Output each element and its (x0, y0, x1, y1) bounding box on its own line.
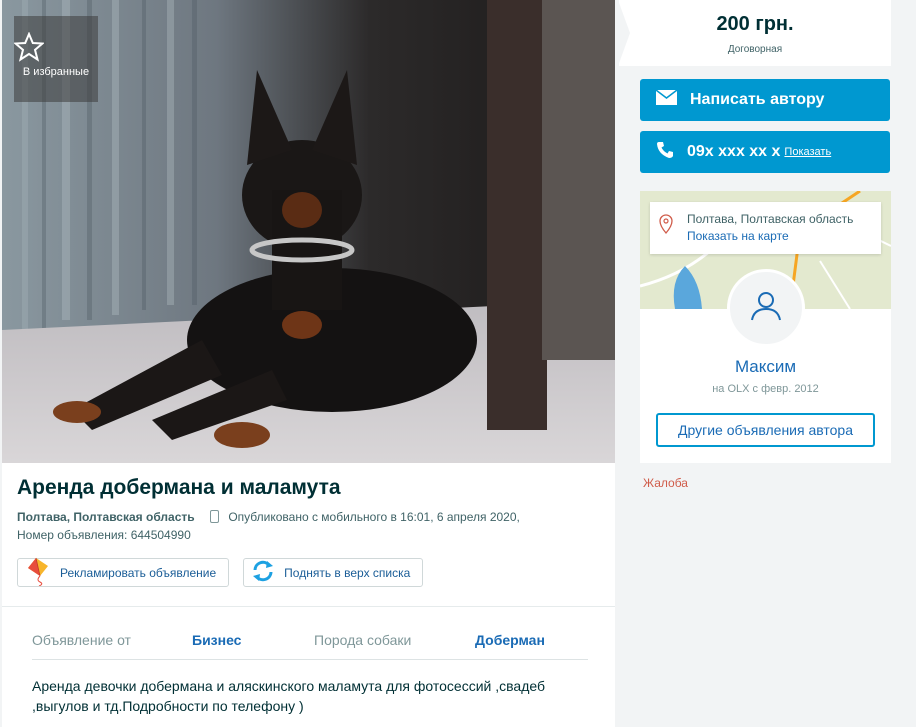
show-on-map-link[interactable]: Показать на карте (687, 229, 789, 243)
ad-photo[interactable]: В избранные (2, 0, 615, 463)
price-negotiable: Договорная (727, 44, 783, 55)
promo-actions: Рекламировать объявление Поднять в верх … (17, 556, 424, 589)
param-breed-label: Порода собаки (314, 632, 412, 648)
user-icon (750, 291, 782, 326)
advertise-label: Рекламировать объявление (60, 565, 217, 580)
mobile-phone-icon (210, 510, 219, 523)
complaint-link[interactable]: Жалоба (643, 476, 688, 490)
phone-number-masked: 09x xxx xx x (687, 143, 781, 160)
write-author-label: Написать автору (690, 91, 825, 108)
published-date: Опубликовано с мобильного в 16:01, 6 апр… (228, 510, 520, 524)
ad-title: Аренда добермана и маламута (17, 476, 341, 499)
show-phone-link[interactable]: Показать (784, 146, 831, 158)
ad-params: Объявление от Бизнес Порода собаки Добер… (32, 630, 588, 660)
map-pin-icon (659, 214, 673, 239)
ad-card: В избранные Аренда добермана и маламута … (2, 0, 615, 727)
favorites-label: В избранные (22, 66, 90, 78)
ad-location[interactable]: Полтава, Полтавская область (17, 510, 195, 524)
kite-icon (24, 556, 60, 589)
author-card: Полтава, Полтавская область Показать на … (640, 191, 891, 463)
advertise-ad-button[interactable]: Рекламировать объявление (17, 556, 230, 589)
refresh-icon (250, 558, 284, 587)
show-phone-button[interactable]: 09x xxx xx x Показать (640, 131, 890, 173)
avatar[interactable] (727, 269, 805, 347)
add-to-favorites-button[interactable]: В избранные (14, 16, 98, 102)
ad-number: Номер объявления: 644504990 (17, 528, 191, 542)
param-from-label: Объявление от (32, 632, 131, 648)
ad-meta: Полтава, Полтавская область Опубликовано… (17, 508, 577, 544)
price-box: 200 грн. Договорная (618, 0, 891, 66)
phone-icon (656, 141, 687, 164)
author-name[interactable]: Максим (640, 357, 891, 377)
envelope-icon (655, 89, 690, 110)
lift-ad-button[interactable]: Поднять в верх списка (243, 558, 424, 587)
other-ads-button[interactable]: Другие объявления автора (656, 413, 875, 447)
lift-label: Поднять в верх списка (284, 565, 411, 580)
author-since: на OLX с февр. 2012 (712, 383, 819, 395)
section-divider (2, 606, 615, 607)
price-value: 200 грн. (716, 13, 794, 35)
param-breed-value[interactable]: Доберман (475, 632, 545, 648)
ad-description: Аренда девочки добермана и аляскинского … (32, 678, 546, 714)
map-location-popup: Полтава, Полтавская область Показать на … (650, 202, 881, 254)
write-author-button[interactable]: Написать автору (640, 79, 890, 121)
param-from-value[interactable]: Бизнес (192, 632, 241, 648)
map-location-text: Полтава, Полтавская область (687, 212, 854, 226)
star-icon (14, 32, 98, 62)
